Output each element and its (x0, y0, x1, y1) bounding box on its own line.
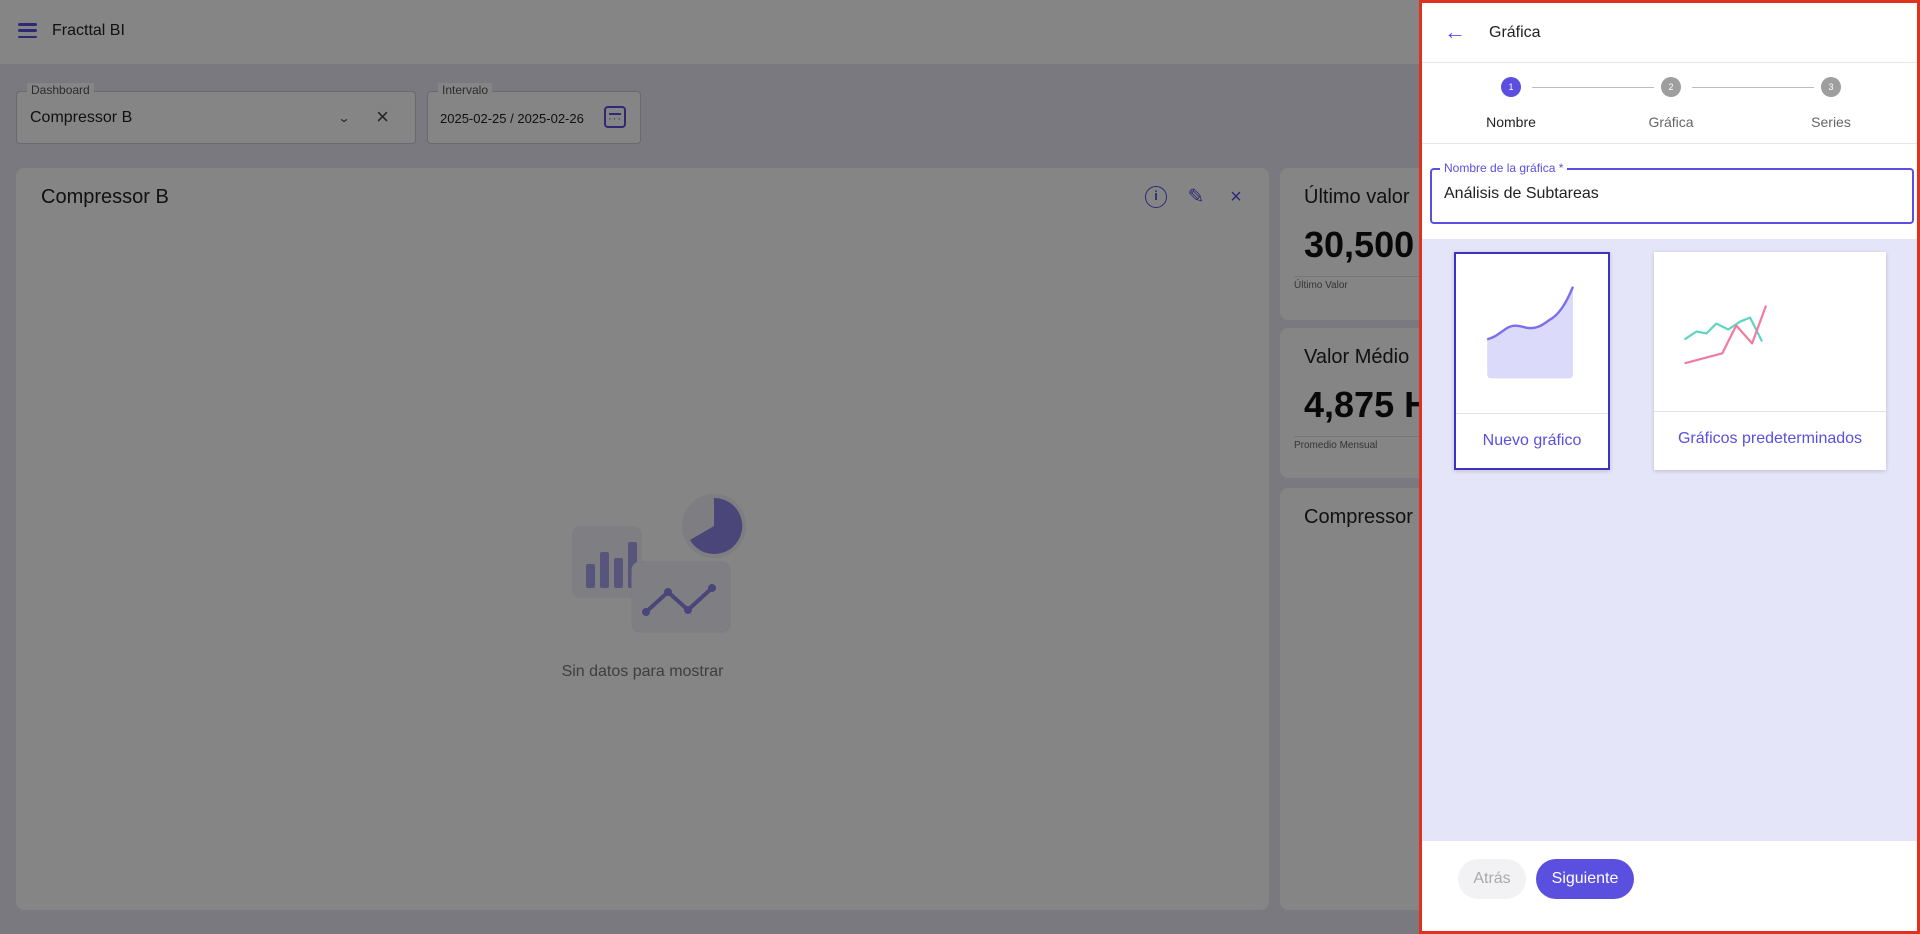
drawer-header: ← Gráfica (1422, 3, 1917, 63)
chart-name-field[interactable]: Nombre de la gráfica * (1430, 161, 1914, 224)
new-chart-option[interactable]: Nuevo gráfico (1454, 252, 1610, 470)
drawer-footer: Atrás Siguiente (1422, 836, 1917, 931)
chart-options-area: Nuevo gráfico Gráficos predeterminados (1422, 239, 1917, 841)
back-button[interactable]: Atrás (1458, 859, 1526, 899)
default-charts-label: Gráficos predeterminados (1677, 430, 1863, 447)
area-chart-icon (1456, 286, 1608, 414)
step-1-indicator: 1 (1501, 77, 1521, 97)
stepper: 1 Nombre 2 Gráfica 3 Series (1422, 64, 1917, 144)
step-2-indicator: 2 (1661, 77, 1681, 97)
default-charts-option[interactable]: Gráficos predeterminados (1654, 252, 1886, 470)
chart-drawer: ← Gráfica 1 Nombre 2 Gráfica 3 Series No… (1419, 0, 1920, 934)
step-connector (1692, 87, 1814, 88)
step-3-indicator: 3 (1821, 77, 1841, 97)
step-1-label: Nombre (1486, 114, 1536, 130)
chart-name-label: Nombre de la gráfica * (1440, 161, 1568, 175)
chart-name-input[interactable] (1444, 185, 1884, 203)
drawer-title: Gráfica (1489, 24, 1541, 41)
step-connector (1532, 87, 1654, 88)
back-arrow-icon[interactable]: ← (1444, 21, 1466, 43)
next-button[interactable]: Siguiente (1536, 859, 1634, 899)
new-chart-label: Nuevo gráfico (1482, 432, 1582, 449)
step-3-label: Series (1811, 114, 1851, 130)
step-2-label: Gráfica (1648, 114, 1694, 130)
line-chart-icon (1654, 305, 1886, 412)
